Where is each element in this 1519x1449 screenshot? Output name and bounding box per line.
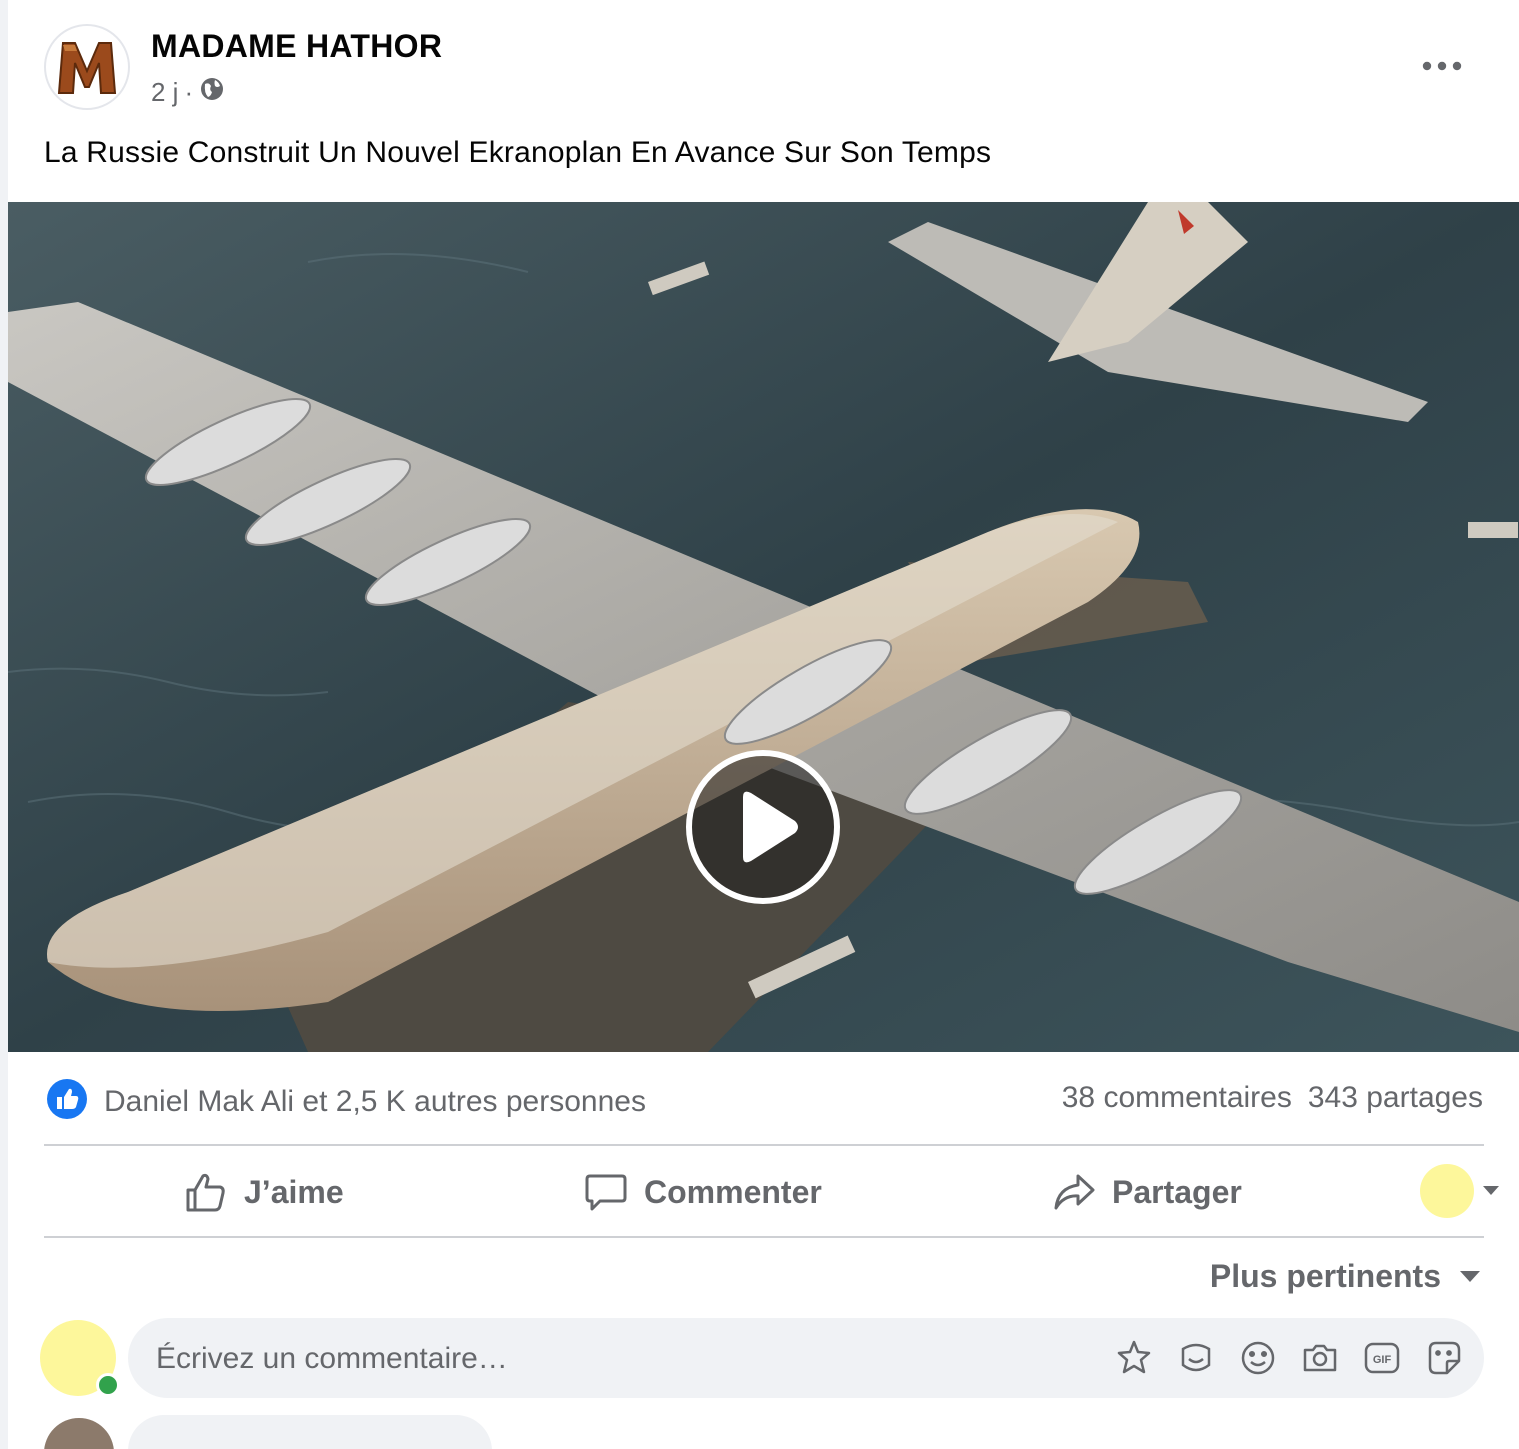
post-card: MADAME HATHOR 2 j · La Russie Construit … — [8, 0, 1519, 1449]
page-name[interactable]: MADAME HATHOR — [151, 28, 442, 65]
camera-icon[interactable] — [1300, 1338, 1340, 1378]
engagement-counts: 38 commentaires 343 partages — [1062, 1081, 1483, 1115]
composer-icons: GIF — [1114, 1338, 1464, 1378]
comment-button[interactable]: Commenter — [584, 1148, 822, 1236]
avatar-sticker-icon[interactable] — [1114, 1338, 1154, 1378]
comment-icon — [585, 1174, 627, 1211]
thumbs-up-icon — [186, 1173, 225, 1212]
play-icon[interactable] — [685, 749, 841, 905]
commenter-avatar[interactable] — [44, 1418, 114, 1449]
divider — [44, 1236, 1484, 1238]
gif-icon[interactable]: GIF — [1362, 1338, 1402, 1378]
more-options-button[interactable] — [1412, 44, 1472, 88]
share-button[interactable]: Partager — [1052, 1148, 1242, 1236]
comment-composer[interactable]: GIF — [128, 1318, 1484, 1400]
sort-label: Plus pertinents — [1209, 1258, 1441, 1294]
online-status-indicator — [96, 1373, 120, 1397]
post-meta: 2 j · — [151, 76, 225, 109]
video-thumbnail — [8, 202, 1519, 1052]
profile-avatar — [1420, 1164, 1474, 1218]
divider — [44, 1144, 1484, 1146]
audience-selector[interactable] — [1420, 1164, 1500, 1218]
page-logo — [57, 42, 117, 94]
globe-icon — [199, 76, 225, 109]
emoji-icon[interactable] — [1238, 1338, 1278, 1378]
like-button[interactable]: J’aime — [184, 1148, 344, 1236]
action-bar: J’aime Commenter Partager — [44, 1148, 1499, 1236]
share-icon — [1054, 1174, 1095, 1210]
caret-down-icon — [1460, 1270, 1480, 1282]
sticker-icon[interactable] — [1176, 1338, 1216, 1378]
share-label: Partager — [1112, 1173, 1242, 1210]
meta-separator: · — [184, 77, 194, 107]
smiley-sticker-icon[interactable] — [1424, 1338, 1464, 1378]
svg-text:GIF: GIF — [1373, 1354, 1392, 1366]
post-text: La Russie Construit Un Nouvel Ekranoplan… — [44, 136, 992, 169]
like-label: J’aime — [244, 1173, 344, 1210]
reactions-summary[interactable]: Daniel Mak Ali et 2,5 K autres personnes — [46, 1078, 646, 1125]
page-avatar[interactable] — [44, 24, 130, 110]
comment-label: Commenter — [644, 1173, 822, 1210]
post-time[interactable]: 2 j — [151, 77, 178, 108]
video-player[interactable] — [8, 202, 1519, 1052]
like-icon — [46, 1078, 88, 1125]
reactions-text[interactable]: Daniel Mak Ali et 2,5 K autres personnes — [104, 1085, 646, 1119]
comments-count[interactable]: 38 commentaires — [1062, 1081, 1292, 1115]
comment-bubble — [128, 1415, 492, 1449]
comment-sort-dropdown[interactable]: Plus pertinents — [1210, 1258, 1481, 1295]
caret-down-icon — [1483, 1186, 1499, 1195]
ellipsis-icon — [1422, 61, 1462, 71]
shares-count[interactable]: 343 partages — [1308, 1081, 1483, 1115]
comment-input[interactable] — [154, 1318, 1058, 1400]
